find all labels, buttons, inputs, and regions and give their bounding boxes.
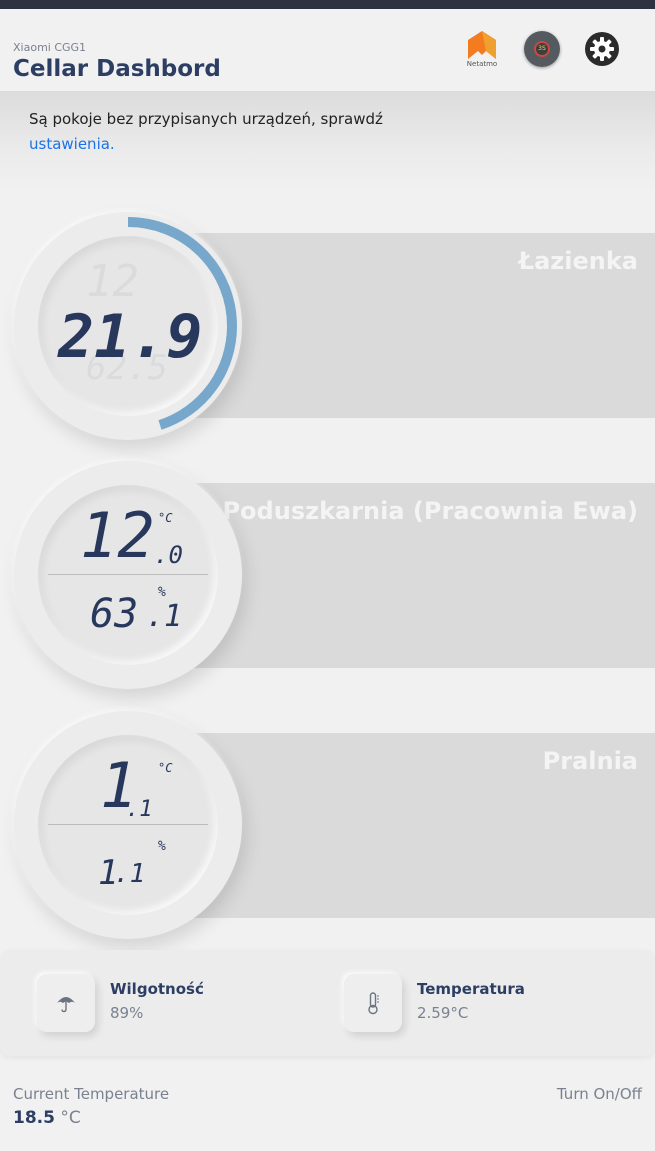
current-temperature-value: 18.5 °C xyxy=(13,1108,81,1128)
stats-panel: Wilgotność 89% Temperatura 2.59°C xyxy=(0,950,655,1056)
app-header: Xiaomi CGG1 Cellar Dashbord Netatmo 3S xyxy=(0,9,655,91)
netatmo-icon[interactable]: Netatmo xyxy=(464,31,500,68)
temperature-unit: °C xyxy=(158,761,173,775)
temperature-decimal: .1 xyxy=(126,797,153,822)
thermometer-icon[interactable] xyxy=(344,974,402,1032)
notice-text: Są pokoje bez przypisanych urządzeń, spr… xyxy=(29,110,383,128)
current-temperature-unit: °C xyxy=(60,1108,81,1128)
dial-face: 12 .0 °C 63 .1 % xyxy=(38,485,218,665)
room-dial-pralnia[interactable]: 1 .1 °C 1 .1 % xyxy=(14,711,242,939)
temperature-decimal: .0 xyxy=(154,541,183,569)
room-name: Łazienka xyxy=(518,247,638,275)
room-card-pralnia[interactable]: Pralnia xyxy=(170,733,655,918)
room-card-poduszkarnia[interactable]: Poduszkarnia (Pracownia Ewa) xyxy=(170,483,655,668)
current-temperature-label: Current Temperature xyxy=(13,1085,170,1103)
room-dial-poduszkarnia[interactable]: 12 .0 °C 63 .1 % xyxy=(14,461,242,689)
humidity-integer: 63 xyxy=(90,591,139,637)
humidity-unit: % xyxy=(158,839,166,854)
temperature-unit: °C xyxy=(158,511,173,525)
umbrella-icon[interactable] xyxy=(37,974,95,1032)
room-card-lazienka[interactable]: Łazienka xyxy=(170,233,655,418)
page-subtitle: Xiaomi CGG1 xyxy=(13,41,87,54)
divider xyxy=(48,824,208,825)
settings-link[interactable]: ustawienia. xyxy=(29,135,115,153)
top-status-bar xyxy=(0,0,655,9)
room-name: Poduszkarnia (Pracownia Ewa) xyxy=(222,497,638,525)
ghost-reading-top: 12 xyxy=(86,256,139,307)
room-dial-lazienka[interactable]: 12 62.5 21.9 xyxy=(14,212,242,440)
dial-face: 1 .1 °C 1 .1 % xyxy=(38,735,218,915)
netatmo-logo-icon xyxy=(468,31,496,59)
avatar-badge: 3S xyxy=(534,41,550,57)
thermometer-glyph-icon xyxy=(368,992,379,1015)
dial-face: 12 62.5 21.9 xyxy=(38,236,218,416)
turn-on-off-toggle[interactable]: Turn On/Off xyxy=(557,1085,642,1103)
divider xyxy=(48,574,208,575)
page-title: Cellar Dashbord xyxy=(13,56,221,82)
temperature-label: Temperatura xyxy=(417,980,525,998)
netatmo-label: Netatmo xyxy=(466,60,498,68)
humidity-unit: % xyxy=(158,585,166,600)
current-temperature-number: 18.5 xyxy=(13,1108,55,1128)
humidity-label: Wilgotność xyxy=(110,980,204,998)
unassigned-devices-notice: Są pokoje bez przypisanych urządzeń, spr… xyxy=(0,91,655,191)
gear-icon[interactable] xyxy=(584,31,620,67)
temperature-integer: 12 xyxy=(80,499,155,572)
room-name: Pralnia xyxy=(542,747,638,775)
temperature-value: 2.59°C xyxy=(417,1004,469,1022)
avatar[interactable]: 3S xyxy=(524,31,560,67)
temperature-reading: 21.9 xyxy=(58,302,203,372)
umbrella-glyph-icon xyxy=(57,997,75,1013)
settings-gear-icon xyxy=(585,32,619,66)
humidity-decimal: .1 xyxy=(114,859,146,889)
humidity-decimal: .1 xyxy=(146,599,183,634)
humidity-value: 89% xyxy=(110,1004,144,1022)
